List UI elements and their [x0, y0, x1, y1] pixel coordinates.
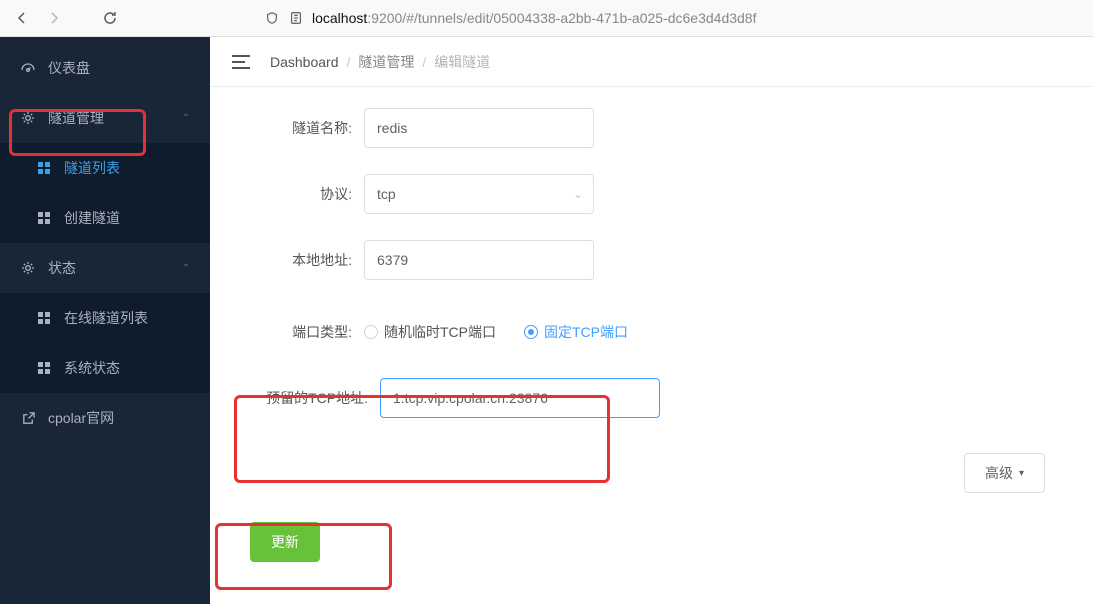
tunnel-name-input[interactable]	[364, 108, 594, 148]
radio-icon	[524, 325, 538, 339]
menu-toggle-icon[interactable]	[232, 55, 250, 69]
sidebar: 仪表盘 隧道管理 ⌃ 隧道列表 创建隧道 状态 ⌃ 在线隧道列表 系统状态	[0, 37, 210, 604]
submit-label: 更新	[271, 532, 299, 552]
submit-button[interactable]: 更新	[250, 522, 320, 562]
forward-button[interactable]	[44, 8, 64, 28]
external-link-icon	[20, 410, 36, 426]
radio-random-port[interactable]: 随机临时TCP端口	[364, 322, 496, 342]
reserved-addr-input[interactable]	[380, 378, 660, 418]
sidebar-item-label: 隧道列表	[64, 158, 120, 178]
advanced-button[interactable]: 高级 ▾	[964, 453, 1045, 493]
sidebar-item-label: 创建隧道	[64, 208, 120, 228]
caret-down-icon: ▾	[1019, 468, 1024, 479]
top-bar: Dashboard / 隧道管理 / 编辑隧道	[210, 37, 1093, 87]
reload-button[interactable]	[100, 8, 120, 28]
sidebar-item-label: 状态	[48, 258, 76, 278]
gear-icon	[20, 110, 36, 126]
sidebar-item-cpolar-site[interactable]: cpolar官网	[0, 393, 210, 443]
back-button[interactable]	[12, 8, 32, 28]
sidebar-item-label: 在线隧道列表	[64, 308, 148, 328]
tunnel-name-label: 隧道名称:	[234, 118, 364, 138]
local-addr-label: 本地地址:	[234, 250, 364, 270]
port-type-label: 端口类型:	[234, 322, 364, 342]
main-content: Dashboard / 隧道管理 / 编辑隧道 隧道名称: 协议: tcp ⌄	[210, 37, 1093, 604]
sidebar-item-tunnel-list[interactable]: 隧道列表	[0, 143, 210, 193]
shield-icon	[264, 10, 280, 26]
grid-icon	[36, 160, 52, 176]
sidebar-item-status[interactable]: 状态 ⌃	[0, 243, 210, 293]
browser-toolbar: localhost:9200/#/tunnels/edit/05004338-a…	[0, 0, 1093, 37]
protocol-select[interactable]: tcp ⌄	[364, 174, 594, 214]
sidebar-item-system-status[interactable]: 系统状态	[0, 343, 210, 393]
page-icon	[288, 10, 304, 26]
local-addr-input[interactable]	[364, 240, 594, 280]
reserved-addr-label: 预留的TCP地址:	[234, 388, 380, 408]
advanced-label: 高级	[985, 463, 1013, 483]
address-bar[interactable]: localhost:9200/#/tunnels/edit/05004338-a…	[264, 4, 756, 32]
protocol-label: 协议:	[234, 184, 364, 204]
grid-icon	[36, 360, 52, 376]
gear-icon	[20, 260, 36, 276]
breadcrumb-home[interactable]: Dashboard	[270, 54, 339, 70]
sidebar-item-online-tunnels[interactable]: 在线隧道列表	[0, 293, 210, 343]
chevron-down-icon: ⌄	[573, 187, 583, 201]
breadcrumb: Dashboard / 隧道管理 / 编辑隧道	[270, 52, 490, 72]
sidebar-item-label: 隧道管理	[48, 108, 104, 128]
chevron-up-icon: ⌃	[182, 113, 190, 124]
grid-icon	[36, 310, 52, 326]
radio-fixed-port[interactable]: 固定TCP端口	[524, 322, 628, 342]
chevron-up-icon: ⌃	[182, 263, 190, 274]
grid-icon	[36, 210, 52, 226]
gauge-icon	[20, 60, 36, 76]
radio-icon	[364, 325, 378, 339]
sidebar-item-label: 系统状态	[64, 358, 120, 378]
sidebar-item-label: 仪表盘	[48, 58, 90, 78]
breadcrumb-tunnels[interactable]: 隧道管理	[358, 52, 414, 72]
radio-label: 固定TCP端口	[544, 322, 628, 342]
sidebar-item-dashboard[interactable]: 仪表盘	[0, 43, 210, 93]
radio-label: 随机临时TCP端口	[384, 322, 496, 342]
sidebar-item-create-tunnel[interactable]: 创建隧道	[0, 193, 210, 243]
sidebar-item-tunnels[interactable]: 隧道管理 ⌃	[0, 93, 210, 143]
url-text: localhost:9200/#/tunnels/edit/05004338-a…	[312, 10, 756, 26]
protocol-value: tcp	[377, 186, 396, 202]
sidebar-item-label: cpolar官网	[48, 408, 114, 428]
breadcrumb-current: 编辑隧道	[434, 52, 490, 72]
